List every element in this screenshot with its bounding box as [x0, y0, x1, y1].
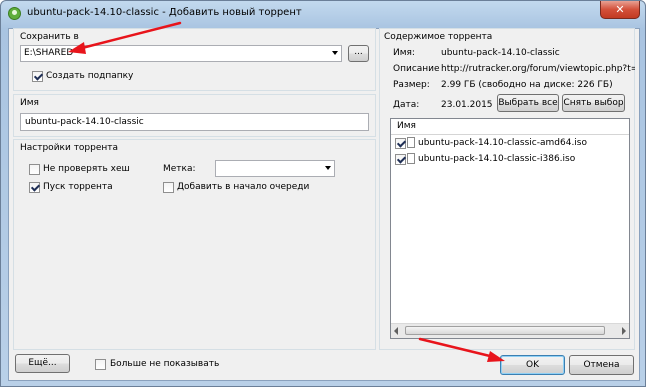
- annotation-arrow-save-path: [68, 21, 182, 54]
- annotation-arrows: [68, 21, 505, 362]
- annotation-arrow-ok: [418, 337, 505, 362]
